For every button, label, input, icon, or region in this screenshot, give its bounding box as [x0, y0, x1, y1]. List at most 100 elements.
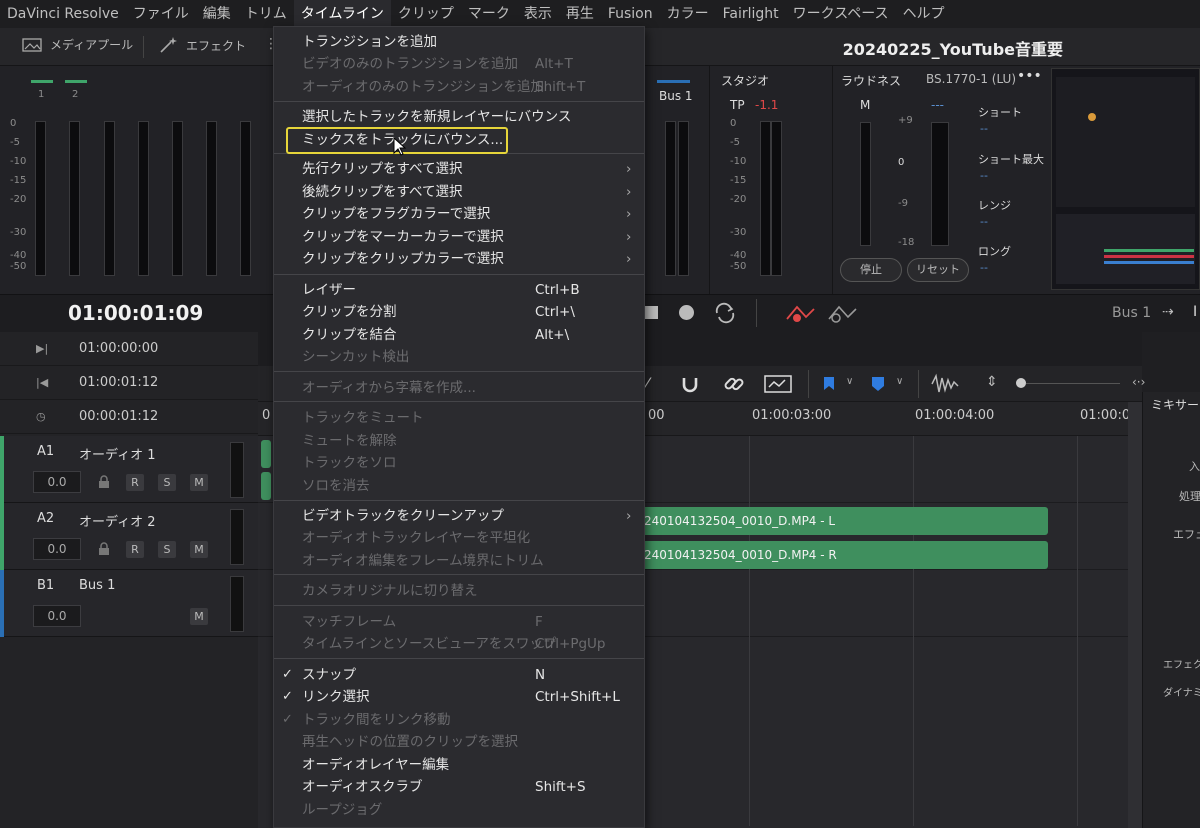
solo-button[interactable]: S	[158, 474, 176, 491]
next-icon[interactable]: I	[1193, 304, 1197, 320]
audio-clip-left[interactable]: 240104132504_0010_D.MP4 - L	[638, 507, 1048, 535]
chevron-down-icon[interactable]: ∨	[846, 376, 853, 387]
track-volume[interactable]: 0.0	[33, 538, 81, 560]
menu-item[interactable]: ✓ リンク選択 Ctrl+Shift+L	[274, 686, 644, 708]
davinci-resolve-window: DaVinci Resolve ファイル 編集 トリム タイムライン クリップ マーク 表示再…	[0, 0, 1200, 828]
scale-label: -5	[730, 137, 740, 148]
flag-icon[interactable]	[822, 376, 836, 392]
menu-item-label: クリップをマーカーカラーで選択	[302, 229, 504, 245]
snapping-icon[interactable]	[678, 372, 702, 396]
stop-icon[interactable]	[645, 306, 658, 319]
menu-item[interactable]: ✓ スナップ N	[274, 664, 644, 686]
lock-icon[interactable]	[98, 542, 110, 556]
output-bus-label[interactable]: Bus 1	[1112, 305, 1151, 321]
menu-item-label: ビデオトラックをクリーンアップ	[302, 508, 504, 524]
zoom-slider-track[interactable]	[1026, 383, 1120, 384]
menu-item-label: マッチフレーム	[302, 614, 397, 630]
loudness-title: ラウドネス	[841, 74, 902, 88]
ruler-label: 01:00:03:00	[752, 408, 832, 423]
mute-button[interactable]: M	[190, 608, 208, 625]
arrow-right-icon[interactable]: ⇢	[1162, 304, 1174, 320]
vertical-zoom-icon[interactable]: ⇕	[986, 374, 998, 390]
channel-meter	[240, 121, 251, 276]
toolbar-divider	[143, 36, 144, 58]
blade-icon[interactable]: ⁄	[646, 374, 649, 393]
effects-button[interactable]: エフェクト	[158, 36, 246, 54]
duration-timecode[interactable]: 00:00:01:12	[79, 409, 158, 424]
timeline-scrollbar[interactable]	[1128, 402, 1142, 828]
stop-button[interactable]: 停止	[840, 258, 902, 282]
menubar-item[interactable]: Fusion	[601, 0, 660, 28]
menu-item[interactable]: 先行クリップをすべて選択 ›	[274, 158, 644, 180]
menu-item[interactable]: オーディオスクラブ Shift+S	[274, 776, 644, 798]
in-point-timecode[interactable]: 01:00:00:00	[79, 341, 158, 356]
reset-button[interactable]: リセット	[907, 258, 969, 282]
track-name[interactable]: オーディオ 1	[79, 444, 156, 463]
menu-item[interactable]: レイザー Ctrl+B	[274, 279, 644, 301]
lock-icon[interactable]	[98, 475, 110, 489]
menubar-item[interactable]: 編集	[196, 0, 238, 28]
track-volume[interactable]: 0.0	[33, 471, 81, 493]
track-header-a1[interactable]: A1 オーディオ 1 0.0 R S M	[0, 436, 258, 503]
menubar-item[interactable]: 再生	[559, 0, 601, 28]
loudness-standard[interactable]: BS.1770-1 (LU)	[926, 72, 1016, 86]
menu-item-shortcut: Ctrl+\	[535, 304, 575, 320]
media-pool-button[interactable]: メディアプール	[22, 36, 133, 53]
position-lock-icon[interactable]	[763, 372, 795, 396]
menu-item[interactable]: トランジションを追加	[274, 31, 644, 53]
link-icon[interactable]	[722, 372, 746, 396]
zoom-slider-handle[interactable]	[1016, 378, 1026, 388]
track-header-b1[interactable]: B1 Bus 1 0.0 M	[0, 570, 258, 637]
loop-icon[interactable]	[712, 302, 738, 324]
mute-button[interactable]: M	[190, 541, 208, 558]
track-name[interactable]: オーディオ 2	[79, 511, 156, 530]
menubar-item[interactable]: カラー	[660, 0, 716, 28]
audio-clip[interactable]	[261, 440, 271, 468]
automation-settings-icon[interactable]	[826, 301, 858, 325]
record-arm-button[interactable]: R	[126, 541, 144, 558]
m-label: M	[860, 98, 871, 112]
menubar-item[interactable]: マーク	[461, 0, 517, 28]
mute-button[interactable]: M	[190, 474, 208, 491]
track-volume[interactable]: 0.0	[33, 605, 81, 627]
menu-item-shortcut: Shift+T	[535, 79, 586, 95]
menu-item[interactable]: クリップをマーカーカラーで選択 ›	[274, 226, 644, 248]
menubar-item[interactable]: 表示	[517, 0, 559, 28]
menu-separator	[274, 605, 644, 606]
menu-item[interactable]: クリップをフラグカラーで選択 ›	[274, 203, 644, 225]
timeline-dropdown-menu: トランジションを追加 ビデオのみのトランジションを追加 Alt+T オーディオのみのト…	[273, 26, 645, 828]
menu-item[interactable]: 選択したトラックを新規レイヤーにバウンス	[274, 106, 644, 128]
menubar-item[interactable]: トリム	[238, 0, 294, 28]
menu-item[interactable]: クリップを分割 Ctrl+\	[274, 301, 644, 323]
out-point-timecode[interactable]: 01:00:01:12	[79, 375, 158, 390]
menu-item[interactable]: クリップをクリップカラーで選択 ›	[274, 248, 644, 270]
menu-item[interactable]: クリップを結合 Alt+\	[274, 324, 644, 346]
solo-button[interactable]: S	[158, 541, 176, 558]
record-arm-button[interactable]: R	[126, 474, 144, 491]
menu-item[interactable]: ビデオトラックをクリーンアップ ›	[274, 505, 644, 527]
menu-item[interactable]: 後続クリップをすべて選択 ›	[274, 181, 644, 203]
chevron-down-icon[interactable]: ∨	[896, 376, 903, 387]
mixer-label: エフェク	[1173, 528, 1200, 541]
tp-label: TP	[730, 98, 745, 112]
audio-clip-right[interactable]: 240104132504_0010_D.MP4 - R	[638, 541, 1048, 569]
menubar-item[interactable]: DaVinci Resolve	[0, 0, 126, 28]
menu-item[interactable]: オーディオレイヤー編集	[274, 754, 644, 776]
menubar-item[interactable]: クリップ	[391, 0, 461, 28]
track-header-a2[interactable]: A2 オーディオ 2 0.0 R S M	[0, 503, 258, 570]
zoom-fit-icon[interactable]: ‹·›	[1132, 375, 1145, 389]
marker-icon[interactable]	[871, 376, 885, 392]
loudness-scale-label: -9	[898, 198, 908, 209]
more-options-icon[interactable]: •••	[1017, 68, 1042, 84]
menubar-item[interactable]: ファイル	[126, 0, 196, 28]
track-name[interactable]: Bus 1	[79, 578, 115, 593]
automation-icon[interactable]	[784, 301, 816, 325]
waveform-icon[interactable]	[930, 372, 964, 396]
menu-item-label: スナップ	[302, 667, 356, 683]
menubar-item[interactable]: ヘルプ	[896, 0, 952, 28]
menubar-item[interactable]: ワークスペース	[786, 0, 896, 28]
menubar-item[interactable]: Fairlight	[716, 0, 786, 28]
menubar-item[interactable]: タイムライン	[293, 0, 391, 28]
audio-clip[interactable]	[261, 472, 271, 500]
record-icon[interactable]	[679, 305, 694, 320]
